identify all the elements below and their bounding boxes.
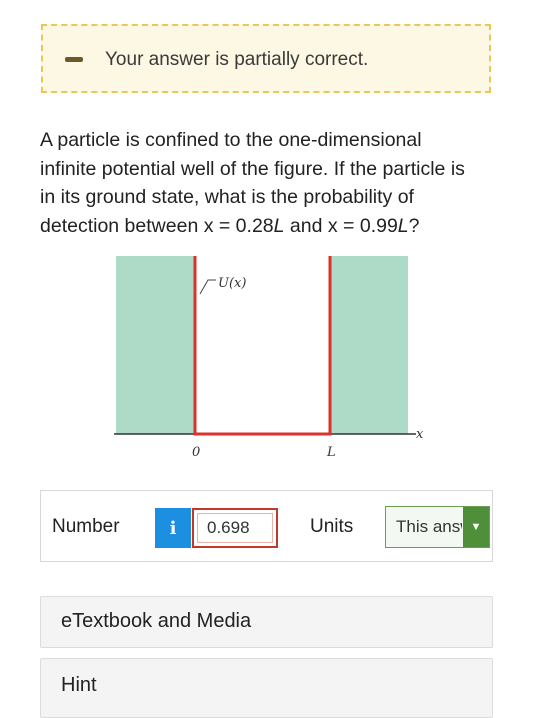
- number-label: Number: [52, 516, 120, 537]
- x-axis-label: x: [416, 427, 424, 442]
- question-line: detection between x = 0.28L and x = 0.99…: [40, 214, 420, 237]
- potential-curve: [193, 256, 332, 436]
- right-wall-region: [330, 256, 408, 434]
- question-text: A particle is confined to the one-dimens…: [40, 126, 500, 240]
- hint-panel[interactable]: Hint: [40, 658, 493, 718]
- units-select-value[interactable]: This answer has no units: [396, 517, 462, 537]
- feedback-banner: Your answer is partially correct.: [41, 24, 491, 93]
- potential-well-figure: U(x) x 0 L: [114, 256, 424, 460]
- question-line: A particle is confined to the one-dimens…: [40, 129, 422, 151]
- etextbook-media-label[interactable]: eTextbook and Media: [61, 610, 251, 633]
- hint-label[interactable]: Hint: [61, 674, 97, 697]
- number-input-value[interactable]: 0.698: [197, 513, 273, 543]
- number-input[interactable]: 0.698: [192, 508, 278, 548]
- question-line: infinite potential well of the figure. I…: [40, 157, 465, 180]
- potential-label: U(x): [218, 276, 246, 291]
- label-leader: [199, 279, 216, 295]
- units-label: Units: [310, 516, 354, 537]
- units-select[interactable]: This answer has no units ▼: [385, 506, 490, 548]
- minus-icon: [65, 57, 83, 62]
- info-button[interactable]: i: [155, 508, 191, 548]
- etextbook-media-panel[interactable]: eTextbook and Media: [40, 596, 493, 648]
- feedback-message: Your answer is partially correct.: [105, 49, 369, 70]
- tick-zero: 0: [192, 445, 200, 460]
- answer-row: Number i 0.698 Units This answer has no …: [40, 490, 493, 562]
- chevron-down-icon[interactable]: ▼: [463, 507, 489, 547]
- tick-L: L: [326, 445, 336, 460]
- left-wall-region: [116, 256, 194, 434]
- question-line: in its ground state, what is the probabi…: [40, 186, 414, 208]
